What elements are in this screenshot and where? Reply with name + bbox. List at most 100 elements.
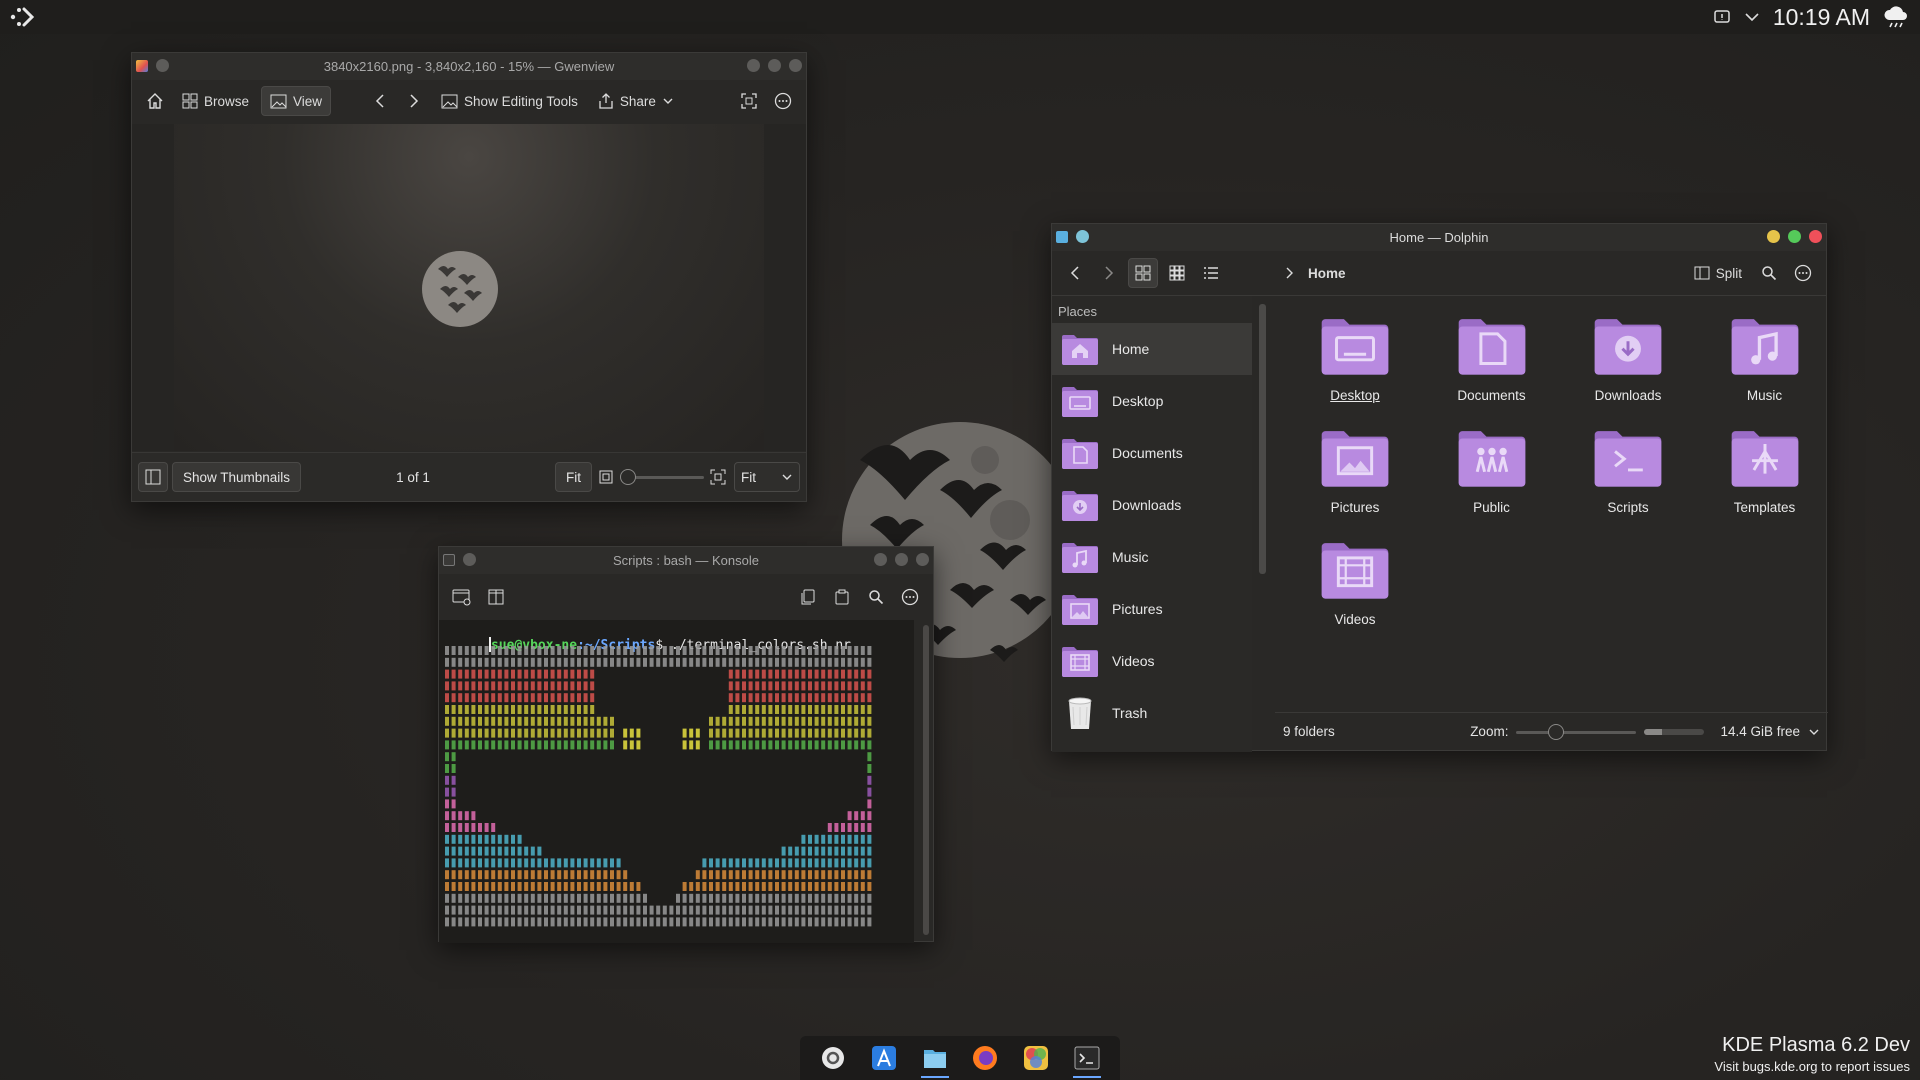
zoom-in-icon[interactable] <box>710 469 726 485</box>
share-button[interactable]: Share <box>590 86 682 116</box>
places-item-music[interactable]: Music <box>1052 531 1252 583</box>
firefox-launcher[interactable] <box>965 1038 1005 1078</box>
watermark-title: KDE Plasma 6.2 Dev <box>1722 1034 1910 1056</box>
dolphin-launcher[interactable] <box>915 1038 955 1078</box>
window-menu-button[interactable] <box>463 553 476 566</box>
image-canvas[interactable] <box>174 124 764 451</box>
watermark-subtitle: Visit bugs.kde.org to report issues <box>1714 1059 1910 1074</box>
show-editing-tools-button[interactable]: Show Editing Tools <box>433 86 586 116</box>
minimize-button[interactable] <box>874 553 887 566</box>
breadcrumb-home[interactable]: Home <box>1308 266 1346 281</box>
image-edit-icon <box>441 94 458 108</box>
breadcrumb-chevron-icon <box>1286 267 1293 279</box>
folder-view[interactable]: Desktop Documents Downloads Music Pictures Pu… <box>1275 296 1828 700</box>
minimize-button[interactable] <box>1767 230 1780 243</box>
fullscreen-button[interactable] <box>734 86 764 116</box>
details-view-button[interactable] <box>1196 258 1226 288</box>
system-settings-launcher[interactable] <box>813 1038 853 1078</box>
weather-icon[interactable] <box>1882 4 1910 30</box>
folder-item-public[interactable]: Public <box>1424 420 1560 526</box>
list-icon <box>1204 267 1218 279</box>
konsole-launcher[interactable] <box>1067 1038 1107 1078</box>
folder-item-videos[interactable]: Videos <box>1287 532 1423 638</box>
split-button[interactable]: Split <box>1686 258 1750 288</box>
close-button[interactable] <box>1809 230 1822 243</box>
forward-button[interactable] <box>1094 258 1124 288</box>
grid-icon <box>1135 265 1151 281</box>
zoom-out-icon[interactable] <box>598 469 614 485</box>
gwenview-launcher[interactable] <box>1016 1038 1056 1078</box>
dolphin-icon <box>921 1044 949 1072</box>
icons-view-button[interactable] <box>1128 258 1158 288</box>
fit-button[interactable]: Fit <box>555 462 592 492</box>
titlebar[interactable]: Home — Dolphin <box>1052 224 1826 251</box>
copy-button[interactable] <box>793 582 823 612</box>
places-item-label: Videos <box>1112 653 1155 669</box>
show-thumbnails-label: Show Thumbnails <box>183 469 291 485</box>
zoom-slider[interactable] <box>1516 723 1637 740</box>
home-button[interactable] <box>140 86 170 116</box>
browse-button[interactable]: Browse <box>174 86 257 116</box>
documents-folder-icon <box>1060 433 1100 473</box>
folder-item-documents[interactable]: Documents <box>1424 308 1560 414</box>
window-menu-button[interactable] <box>156 59 169 72</box>
system-settings-icon <box>819 1044 847 1072</box>
close-button[interactable] <box>789 59 802 72</box>
compact-view-button[interactable] <box>1162 258 1192 288</box>
terminal-view[interactable]: sue@vbox-ne:~/Scripts$ ./terminal_colors… <box>439 620 914 943</box>
zoom-select[interactable]: Fit <box>734 462 800 492</box>
maximize-button[interactable] <box>1788 230 1801 243</box>
dolphin-toolbar: Home Split <box>1052 251 1826 296</box>
minimize-button[interactable] <box>747 59 760 72</box>
places-item-desktop[interactable]: Desktop <box>1052 375 1252 427</box>
find-button[interactable] <box>861 582 891 612</box>
window-menu-button[interactable] <box>1076 230 1089 243</box>
previous-button[interactable] <box>365 86 395 116</box>
view-button[interactable]: View <box>261 86 332 116</box>
zoom-slider[interactable] <box>620 469 704 485</box>
more-menu-button[interactable] <box>768 86 798 116</box>
kde-launcher-icon[interactable] <box>8 4 36 30</box>
free-space[interactable]: 14.4 GiB free <box>1720 724 1800 739</box>
folder-item-music[interactable]: Music <box>1697 308 1833 414</box>
konsole-window: Scripts : bash — Konsole sue@vbox-ne:~/S… <box>438 546 934 943</box>
close-button[interactable] <box>916 553 929 566</box>
clock[interactable]: 10:19 AM <box>1773 4 1870 31</box>
discover-launcher[interactable] <box>864 1038 904 1078</box>
places-item-home[interactable]: Home <box>1052 323 1252 375</box>
folder-item-pictures[interactable]: Pictures <box>1287 420 1423 526</box>
titlebar[interactable]: Scripts : bash — Konsole <box>439 547 933 574</box>
folder-item-desktop[interactable]: Desktop <box>1287 308 1423 414</box>
titlebar[interactable]: 3840x2160.png - 3,840x2,160 - 15% — Gwen… <box>132 53 806 80</box>
next-button[interactable] <box>399 86 429 116</box>
split-view-button[interactable] <box>481 582 511 612</box>
folder-item-templates[interactable]: Templates <box>1697 420 1833 526</box>
terminal-scrollbar[interactable] <box>923 625 929 935</box>
folder-item-downloads[interactable]: Downloads <box>1560 308 1696 414</box>
zoom-slider-handle[interactable] <box>1548 723 1565 740</box>
more-menu-button[interactable] <box>895 582 925 612</box>
zoom-slider-handle[interactable] <box>620 469 636 485</box>
places-scrollbar[interactable] <box>1259 304 1266 574</box>
chevron-down-icon[interactable] <box>1743 8 1761 26</box>
new-tab-button[interactable] <box>447 582 477 612</box>
places-list: Home Desktop Documents Downloads Music Pictur… <box>1052 323 1252 739</box>
places-item-videos[interactable]: Videos <box>1052 635 1252 687</box>
folder-item-scripts[interactable]: Scripts <box>1560 420 1696 526</box>
chevron-down-icon[interactable] <box>1808 727 1820 737</box>
toggle-sidebar-button[interactable] <box>138 462 168 492</box>
places-item-pictures[interactable]: Pictures <box>1052 583 1252 635</box>
search-button[interactable] <box>1754 258 1784 288</box>
paste-button[interactable] <box>827 582 857 612</box>
maximize-button[interactable] <box>895 553 908 566</box>
maximize-button[interactable] <box>768 59 781 72</box>
places-item-documents[interactable]: Documents <box>1052 427 1252 479</box>
notifications-icon[interactable] <box>1713 8 1731 26</box>
show-thumbnails-button[interactable]: Show Thumbnails <box>172 462 302 492</box>
gwenview-app-icon <box>136 59 148 72</box>
places-item-downloads[interactable]: Downloads <box>1052 479 1252 531</box>
share-label: Share <box>619 93 656 109</box>
back-button[interactable] <box>1060 258 1090 288</box>
more-menu-button[interactable] <box>1788 258 1818 288</box>
places-item-trash[interactable]: Trash <box>1052 687 1252 739</box>
